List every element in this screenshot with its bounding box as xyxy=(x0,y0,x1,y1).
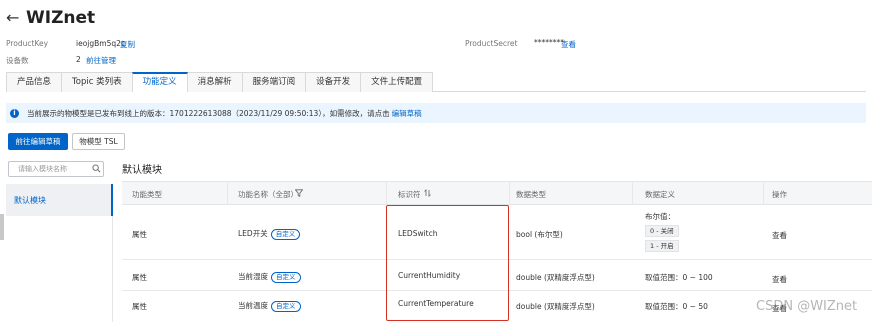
row-data-type: bool (布尔型) xyxy=(516,230,563,239)
tab-bar: 产品信息 Topic 类列表 功能定义 消息解析 服务端订阅 设备开发 文件上传… xyxy=(6,72,866,93)
view-secret-link[interactable]: 查看 xyxy=(561,39,576,50)
sort-icon[interactable] xyxy=(424,189,431,197)
tsl-button[interactable]: 物模型 TSL xyxy=(72,133,125,150)
tab-product-info[interactable]: 产品信息 xyxy=(6,72,63,92)
notice-text: 当前展示的物模型是已发布到线上的版本：1701222613088（2023/11… xyxy=(27,108,390,118)
device-count-value: 2 xyxy=(76,55,81,64)
row-name: 当前湿度 自定义 xyxy=(238,271,301,283)
row-name: LED开关 自定义 xyxy=(238,228,301,240)
info-icon: i xyxy=(10,108,19,118)
bool-value-chip: 1 - 开启 xyxy=(645,240,679,252)
custom-tag: 自定义 xyxy=(271,300,301,312)
tab-device-development[interactable]: 设备开发 xyxy=(305,72,362,92)
row-def-text: 取值范围：0 ~ 50 xyxy=(645,302,708,311)
column-divider xyxy=(386,181,387,205)
product-secret-label: ProductSecret xyxy=(465,39,518,48)
module-item-label: 默认模块 xyxy=(14,196,46,205)
column-header-data-type: 数据类型 xyxy=(516,190,546,199)
tab-topic-list[interactable]: Topic 类列表 xyxy=(61,72,133,92)
row-data-type: double (双精度浮点型) xyxy=(516,273,595,282)
module-search-placeholder: 请输入模块名称 xyxy=(18,165,67,173)
identifier-highlight-box xyxy=(386,205,509,321)
notice-banner: i 当前展示的物模型是已发布到线上的版本：1701222613088（2023/… xyxy=(6,103,866,123)
tab-message-parsing[interactable]: 消息解析 xyxy=(186,72,243,92)
column-header-type: 功能类型 xyxy=(132,190,162,199)
product-secret-value: ******** xyxy=(534,38,564,47)
table-header xyxy=(122,181,872,205)
manage-link[interactable]: 前往管理 xyxy=(86,55,116,66)
bool-value-chip: 0 - 关闭 xyxy=(645,225,679,237)
column-divider xyxy=(632,181,633,205)
row-name: 当前温度 自定义 xyxy=(238,300,301,312)
tab-file-upload-config[interactable]: 文件上传配置 xyxy=(360,72,434,92)
row-name-text: 当前湿度 xyxy=(238,272,268,281)
column-header-data-def: 数据定义 xyxy=(645,190,675,199)
column-divider xyxy=(763,181,764,205)
tab-function-definition[interactable]: 功能定义 xyxy=(131,72,188,93)
product-key-label: ProductKey xyxy=(6,39,49,48)
tab-server-subscription[interactable]: 服务端订阅 xyxy=(241,72,307,92)
custom-tag: 自定义 xyxy=(271,271,301,283)
copy-link[interactable]: 复制 xyxy=(120,39,135,50)
search-icon[interactable] xyxy=(92,164,101,173)
view-button[interactable]: 查看 xyxy=(772,274,787,285)
row-type: 属性 xyxy=(132,273,147,282)
column-header-name[interactable]: 功能名称（全部） xyxy=(238,189,298,200)
module-title: 默认模块 xyxy=(122,165,162,176)
filter-icon[interactable] xyxy=(295,189,303,197)
device-count-label: 设备数 xyxy=(6,56,29,65)
edit-draft-button[interactable]: 前往编辑草稿 xyxy=(8,133,68,150)
custom-tag: 自定义 xyxy=(270,228,301,240)
column-divider xyxy=(227,181,228,205)
column-header-identifier: 标识符 xyxy=(398,190,421,199)
row-name-text: 当前温度 xyxy=(238,301,268,310)
row-def-text: 取值范围：0 ~ 100 xyxy=(645,273,713,282)
view-button[interactable]: 查看 xyxy=(772,230,787,241)
row-def-label: 布尔值： xyxy=(645,212,675,221)
row-type: 属性 xyxy=(132,230,147,239)
row-type: 属性 xyxy=(132,302,147,311)
column-header-ops: 操作 xyxy=(772,190,787,199)
edit-draft-link[interactable]: 编辑草稿 xyxy=(392,108,422,119)
collapse-handle[interactable] xyxy=(0,214,4,240)
row-name-text: LED开关 xyxy=(238,229,268,238)
product-key-value: ieojgBm5q2c xyxy=(76,39,126,48)
page-title: WIZnet xyxy=(26,8,96,28)
column-divider xyxy=(509,181,510,205)
watermark: CSDN @WIZnet xyxy=(756,299,858,314)
row-data-type: double (双精度浮点型) xyxy=(516,302,595,311)
back-arrow-icon[interactable]: ← xyxy=(6,10,19,26)
